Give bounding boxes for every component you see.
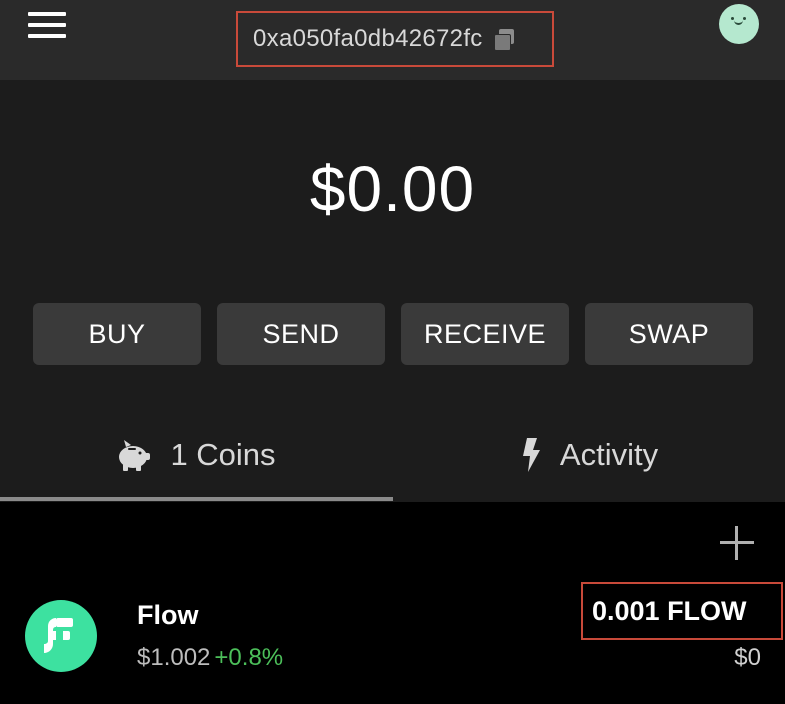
piggy-bank-icon [116,438,152,472]
copy-icon[interactable] [493,27,517,51]
action-buttons: BUY SEND RECEIVE SWAP [33,303,753,365]
wallet-address-box[interactable]: 0xa050fa0db42672fc [236,11,554,67]
tab-activity-label: Activity [559,437,659,472]
coin-amount-box: 0.001 FLOW [581,582,783,640]
lightning-bolt-icon [520,438,542,472]
tab-coins-label: 1 Coins [170,437,276,472]
coin-price: $1.002 [137,644,211,671]
total-balance: $0.00 [309,153,476,225]
flow-logo-icon [25,600,97,672]
send-button[interactable]: SEND [217,303,385,365]
coin-name[interactable]: Flow [137,600,199,631]
coin-fiat-value: $0 [734,644,761,671]
tab-coins[interactable]: 1 Coins [0,412,392,498]
coin-price-change: +0.8% [214,644,284,671]
coin-price-line: $1.002 +0.8% [137,644,283,672]
swap-button[interactable]: SWAP [585,303,753,365]
receive-button[interactable]: RECEIVE [401,303,569,365]
add-token-icon[interactable] [720,526,754,560]
tab-bar: 1 Coins Activity [0,412,785,502]
wallet-address: 0xa050fa0db42672fc [253,25,483,52]
active-tab-indicator [0,497,393,501]
buy-button[interactable]: BUY [33,303,201,365]
avatar[interactable] [719,4,759,44]
top-bar: 0xa050fa0db42672fc [0,0,785,80]
coin-amount: 0.001 FLOW [592,595,747,626]
hamburger-menu-icon[interactable] [28,12,66,38]
avatar-eye [743,17,746,20]
tab-activity[interactable]: Activity [393,412,785,498]
avatar-mouth [734,20,743,25]
